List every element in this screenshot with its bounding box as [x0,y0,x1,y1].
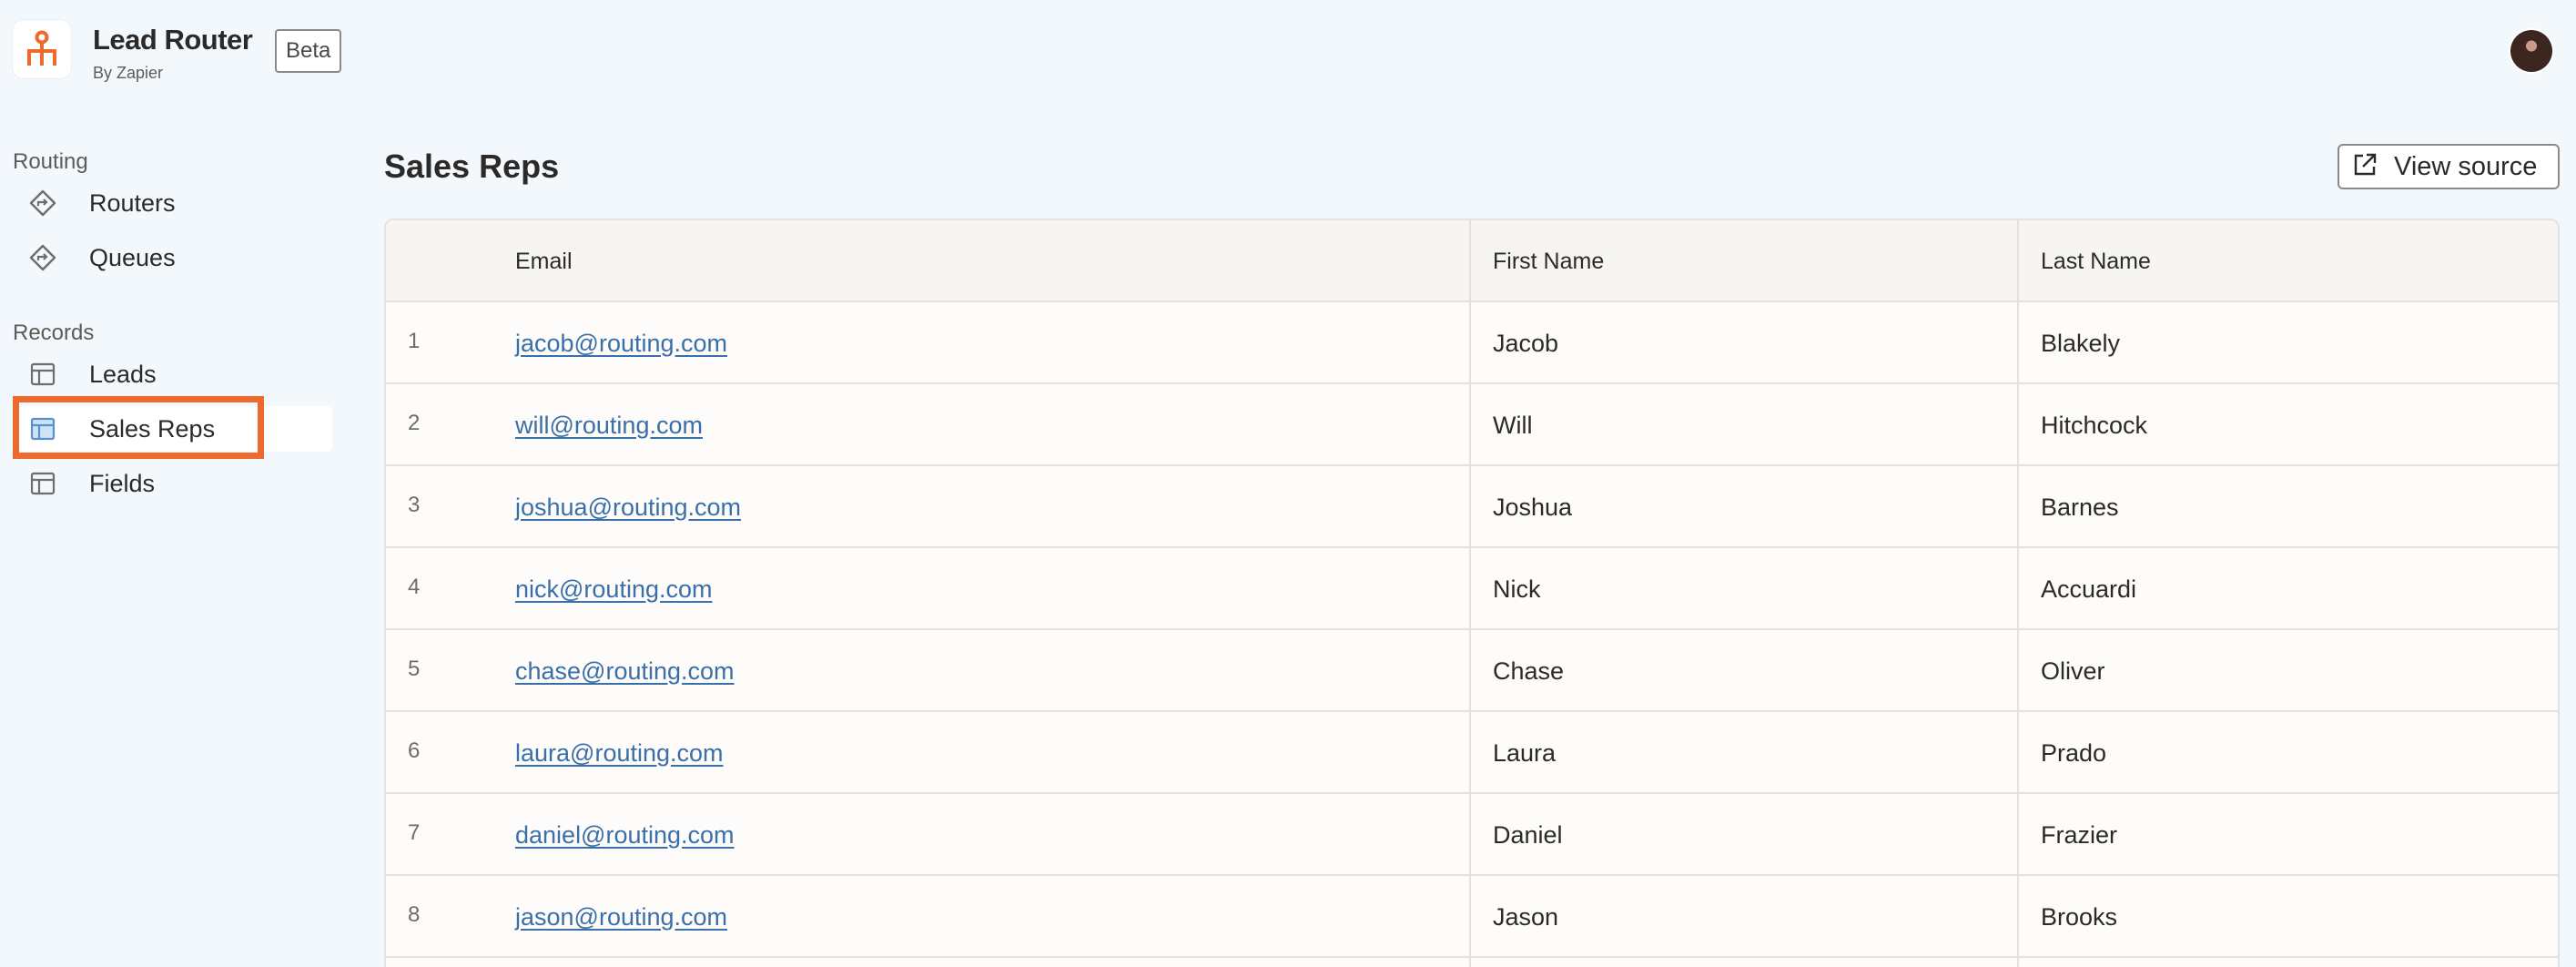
sales-reps-table: Email First Name Last Name 1 jacob@routin… [384,219,2560,967]
section-label-records: Records [13,321,95,345]
first-name-cell: Jacob [1493,330,1559,357]
email-link[interactable]: jacob@routing.com [515,330,727,357]
sidebar-item-sales-reps[interactable]: Sales Reps [18,406,332,452]
email-link[interactable]: nick@routing.com [515,575,713,603]
email-link[interactable]: joshua@routing.com [515,494,741,521]
app-header: Lead Router By Zapier Beta [0,0,2576,100]
row-number: 8 [408,902,421,927]
last-name-cell: Barnes [2041,494,2119,521]
first-name-cell: Joshua [1493,494,1573,521]
page-title: Sales Reps [384,148,560,185]
email-link[interactable]: chase@routing.com [515,657,735,685]
row-number: 5 [408,657,421,681]
app-title: Lead Router [93,24,253,56]
sidebar-item-label: Routers [89,188,176,217]
row-number: 2 [408,411,421,435]
row-number: 1 [408,329,421,353]
sidebar-item-label: Queues [89,243,176,271]
table-row[interactable]: 7 daniel@routing.com Daniel Frazier [386,794,2558,876]
last-name-cell: Accuardi [2041,575,2137,603]
queue-diamond-icon [27,242,58,273]
avatar[interactable] [2510,30,2552,72]
email-link[interactable]: will@routing.com [515,412,703,439]
table-row[interactable]: 8 jason@routing.com Jason Brooks [386,876,2558,958]
table-icon [27,359,58,390]
app-subtitle: By Zapier [93,64,164,82]
view-source-button[interactable]: View source [2338,144,2560,189]
beta-badge: Beta [275,29,342,73]
email-cell: daniel@routing.com [515,794,735,876]
first-name-cell: Nick [1493,575,1541,603]
row-number: 6 [408,738,421,763]
last-name-cell: Prado [2041,739,2107,767]
email-cell: joshua@routing.com [515,466,741,548]
last-name-cell: Hitchcock [2041,412,2148,439]
last-name-cell: Oliver [2041,657,2105,685]
table-row[interactable]: 3 joshua@routing.com Joshua Barnes [386,466,2558,548]
table-row[interactable]: 6 laura@routing.com Laura Prado [386,712,2558,794]
email-link[interactable]: daniel@routing.com [515,821,735,849]
last-name-cell: Brooks [2041,903,2118,931]
row-number: 7 [408,820,421,845]
external-link-icon [2352,152,2378,182]
column-header-first-name[interactable]: First Name [1493,220,1604,302]
sidebar-item-leads[interactable]: Leads [18,351,332,397]
last-name-cell: Frazier [2041,821,2118,849]
sidebar-item-label: Fields [89,469,156,497]
email-cell: jacob@routing.com [515,302,727,384]
sidebar-item-label: Leads [89,360,157,388]
router-logo-icon[interactable] [13,20,71,78]
section-label-routing: Routing [13,149,88,174]
last-name-cell: Blakely [2041,330,2121,357]
table-header: Email First Name Last Name [386,220,2558,302]
view-source-label: View source [2394,151,2538,181]
email-cell: nick@routing.com [515,548,713,630]
email-cell: laura@routing.com [515,712,724,794]
first-name-cell: Will [1493,412,1533,439]
router-diamond-icon [27,188,58,219]
table-row[interactable]: 1 jacob@routing.com Jacob Blakely [386,302,2558,384]
table-icon [27,468,58,499]
first-name-cell: Daniel [1493,821,1563,849]
first-name-cell: Jason [1493,903,1559,931]
table-row[interactable]: 2 will@routing.com Will Hitchcock [386,384,2558,466]
email-cell: chase@routing.com [515,630,735,712]
sidebar-item-label: Sales Reps [89,414,216,443]
column-header-email[interactable]: Email [515,220,573,302]
table-icon [27,413,58,444]
row-number: 4 [408,575,421,599]
email-cell: jason@routing.com [515,876,727,958]
table-row[interactable]: 5 chase@routing.com Chase Oliver [386,630,2558,712]
row-number: 3 [408,493,421,517]
table-row[interactable]: 4 nick@routing.com Nick Accuardi [386,548,2558,630]
email-link[interactable]: jason@routing.com [515,903,727,931]
first-name-cell: Laura [1493,739,1557,767]
sidebar-item-routers[interactable]: Routers [18,180,332,226]
sidebar-item-queues[interactable]: Queues [18,235,332,280]
email-cell: will@routing.com [515,384,703,466]
sidebar-item-fields[interactable]: Fields [18,461,332,506]
sidebar: Routing Routers Queues Records Leads Sal… [0,137,346,967]
first-name-cell: Chase [1493,657,1565,685]
column-header-last-name[interactable]: Last Name [2041,220,2151,302]
email-link[interactable]: laura@routing.com [515,739,724,767]
